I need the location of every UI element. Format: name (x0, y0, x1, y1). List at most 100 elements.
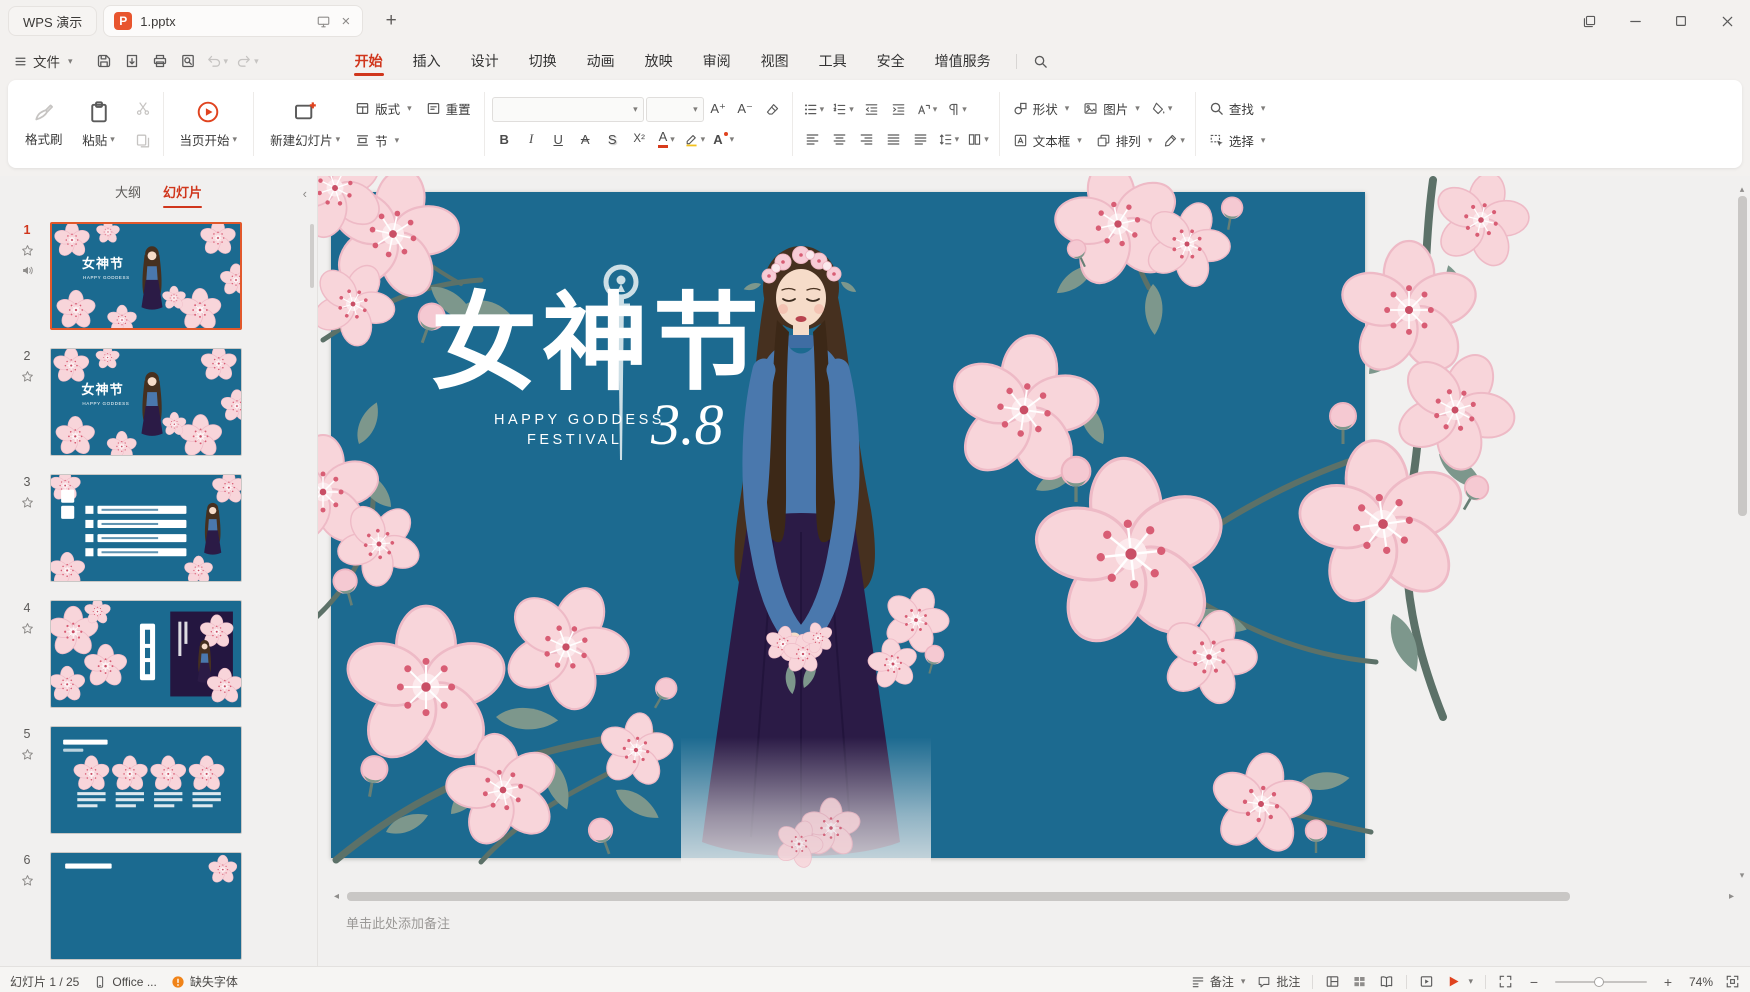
shape-fill-button[interactable]: ▾ (1148, 96, 1176, 121)
align-center-button[interactable] (827, 127, 852, 152)
star-icon[interactable] (21, 874, 34, 887)
tab-outline[interactable]: 大纲 (115, 176, 141, 210)
shape-outline-button[interactable]: ▾ (1160, 128, 1188, 153)
zoom-in-button[interactable]: + (1659, 974, 1677, 990)
tab-slideshow[interactable]: 放映 (630, 42, 688, 80)
select-button[interactable]: 选择▾ (1203, 127, 1272, 154)
reset-button[interactable]: 重置 (420, 95, 477, 122)
new-tab-button[interactable]: + (377, 7, 405, 35)
strikethrough-button[interactable]: A (573, 127, 598, 152)
tab-slides[interactable]: 幻灯片 (163, 176, 202, 210)
arrange-button[interactable]: 排列▾ (1090, 127, 1159, 154)
underline-button[interactable]: U (546, 127, 571, 152)
clear-format-button[interactable] (760, 97, 785, 122)
export-pdf-button[interactable] (119, 48, 145, 74)
minimize-button[interactable] (1612, 0, 1658, 42)
close-button[interactable] (1704, 0, 1750, 42)
decrease-font-button[interactable]: A⁻ (733, 97, 758, 122)
section-button[interactable]: 节▾ (349, 127, 405, 154)
missing-fonts-warning[interactable]: 缺失字体 (171, 973, 238, 990)
highlight-button[interactable]: ▾ (681, 127, 709, 152)
numbered-list-button[interactable]: ▾ (829, 97, 857, 122)
zoom-level[interactable]: 74% (1689, 975, 1713, 989)
font-size-select[interactable]: ▾ (646, 97, 704, 122)
print-preview-button[interactable] (175, 48, 201, 74)
paragraph-settings-button[interactable]: ▾ (942, 97, 970, 122)
window-manage-button[interactable] (1566, 0, 1612, 42)
slide-thumbnail-4[interactable]: 4 (0, 600, 317, 708)
increase-font-button[interactable]: A⁺ (706, 97, 731, 122)
columns-button[interactable]: ▾ (964, 127, 992, 152)
paste-button[interactable]: 粘贴▾ (72, 97, 126, 152)
app-tab[interactable]: WPS 演示 (8, 6, 97, 36)
tab-transitions[interactable]: 切换 (514, 42, 572, 80)
star-icon[interactable] (21, 748, 34, 761)
shapes-button[interactable]: 形状▾ (1007, 95, 1076, 122)
scroll-up-icon[interactable]: ▴ (1740, 184, 1745, 194)
notes-placeholder[interactable]: 单击此处添加备注 (318, 904, 1750, 962)
slide-thumbnail-5[interactable]: 5 (0, 726, 317, 834)
slide-thumbnail-2[interactable]: 2 (0, 348, 317, 456)
increase-indent-button[interactable] (886, 97, 911, 122)
speaker-icon[interactable] (21, 264, 34, 277)
star-icon[interactable] (21, 496, 34, 509)
play-from-current-button[interactable]: 当页开始▾ (171, 97, 247, 152)
print-button[interactable] (147, 48, 173, 74)
view-reading-button[interactable] (1379, 974, 1394, 989)
undo-button[interactable]: ▾ (203, 48, 232, 74)
italic-button[interactable]: I (519, 127, 544, 152)
view-normal-button[interactable] (1325, 974, 1340, 989)
slide-thumbnail-1[interactable]: 1 (0, 222, 317, 330)
collapse-panel-icon[interactable]: ‹ (303, 176, 307, 210)
tab-security[interactable]: 安全 (862, 42, 920, 80)
notes-toggle[interactable]: 备注▾ (1191, 973, 1246, 990)
text-shadow-button[interactable]: S (600, 127, 625, 152)
tab-review[interactable]: 审阅 (688, 42, 746, 80)
file-menu-button[interactable]: 文件 ▾ (14, 51, 73, 71)
tab-animations[interactable]: 动画 (572, 42, 630, 80)
sidebar-scrollbar[interactable] (310, 224, 314, 288)
present-to-device-icon[interactable] (316, 14, 331, 29)
fit-slide-button[interactable] (1498, 974, 1513, 989)
tab-design[interactable]: 设计 (456, 42, 514, 80)
superscript-button[interactable]: X² (627, 127, 652, 152)
slide-canvas[interactable]: 女神节 HAPPY GODDESS FESTIVAL 3.8 (318, 176, 1749, 888)
close-document-icon[interactable]: × (339, 14, 352, 29)
view-sorter-button[interactable] (1352, 974, 1367, 989)
bold-button[interactable]: B (492, 127, 517, 152)
ribbon-search-button[interactable] (1027, 47, 1055, 75)
slideshow-play-button[interactable]: ▾ (1446, 974, 1473, 989)
slide-thumbnail-6[interactable]: 6 (0, 852, 317, 960)
font-color-button[interactable]: A▾ (654, 127, 679, 152)
decrease-indent-button[interactable] (859, 97, 884, 122)
tab-home[interactable]: 开始 (340, 42, 398, 80)
copy-button[interactable] (131, 128, 156, 153)
find-button[interactable]: 查找▾ (1203, 95, 1272, 122)
star-icon[interactable] (21, 622, 34, 635)
zoom-out-button[interactable]: − (1525, 974, 1543, 990)
slide-thumbnail-3[interactable]: 3 (0, 474, 317, 582)
layout-button[interactable]: 版式▾ (349, 95, 418, 122)
vertical-scrollbar[interactable]: ▴ ▾ (1736, 184, 1748, 880)
format-painter-button[interactable]: 格式刷 (16, 98, 72, 151)
textbox-button[interactable]: 文本框▾ (1007, 127, 1088, 154)
horizontal-scrollbar[interactable]: ◂ ▸ (318, 888, 1750, 904)
align-right-button[interactable] (854, 127, 879, 152)
new-slide-button[interactable]: 新建幻灯片▾ (261, 97, 349, 152)
star-icon[interactable] (21, 370, 34, 383)
zoom-slider[interactable] (1555, 975, 1647, 989)
tab-view[interactable]: 视图 (746, 42, 804, 80)
tab-insert[interactable]: 插入 (398, 42, 456, 80)
cut-button[interactable] (131, 95, 156, 120)
redo-button[interactable]: ▾ (233, 48, 262, 74)
slideshow-settings-button[interactable] (1419, 974, 1434, 989)
save-button[interactable] (91, 48, 117, 74)
text-effects-button[interactable]: A▾ (710, 127, 737, 152)
scroll-down-icon[interactable]: ▾ (1740, 870, 1745, 880)
scroll-left-icon[interactable]: ◂ (334, 891, 339, 902)
scroll-right-icon[interactable]: ▸ (1729, 891, 1734, 902)
star-icon[interactable] (21, 244, 34, 257)
bullet-list-button[interactable]: ▾ (800, 97, 828, 122)
tab-tools[interactable]: 工具 (804, 42, 862, 80)
font-name-select[interactable]: ▾ (492, 97, 644, 122)
